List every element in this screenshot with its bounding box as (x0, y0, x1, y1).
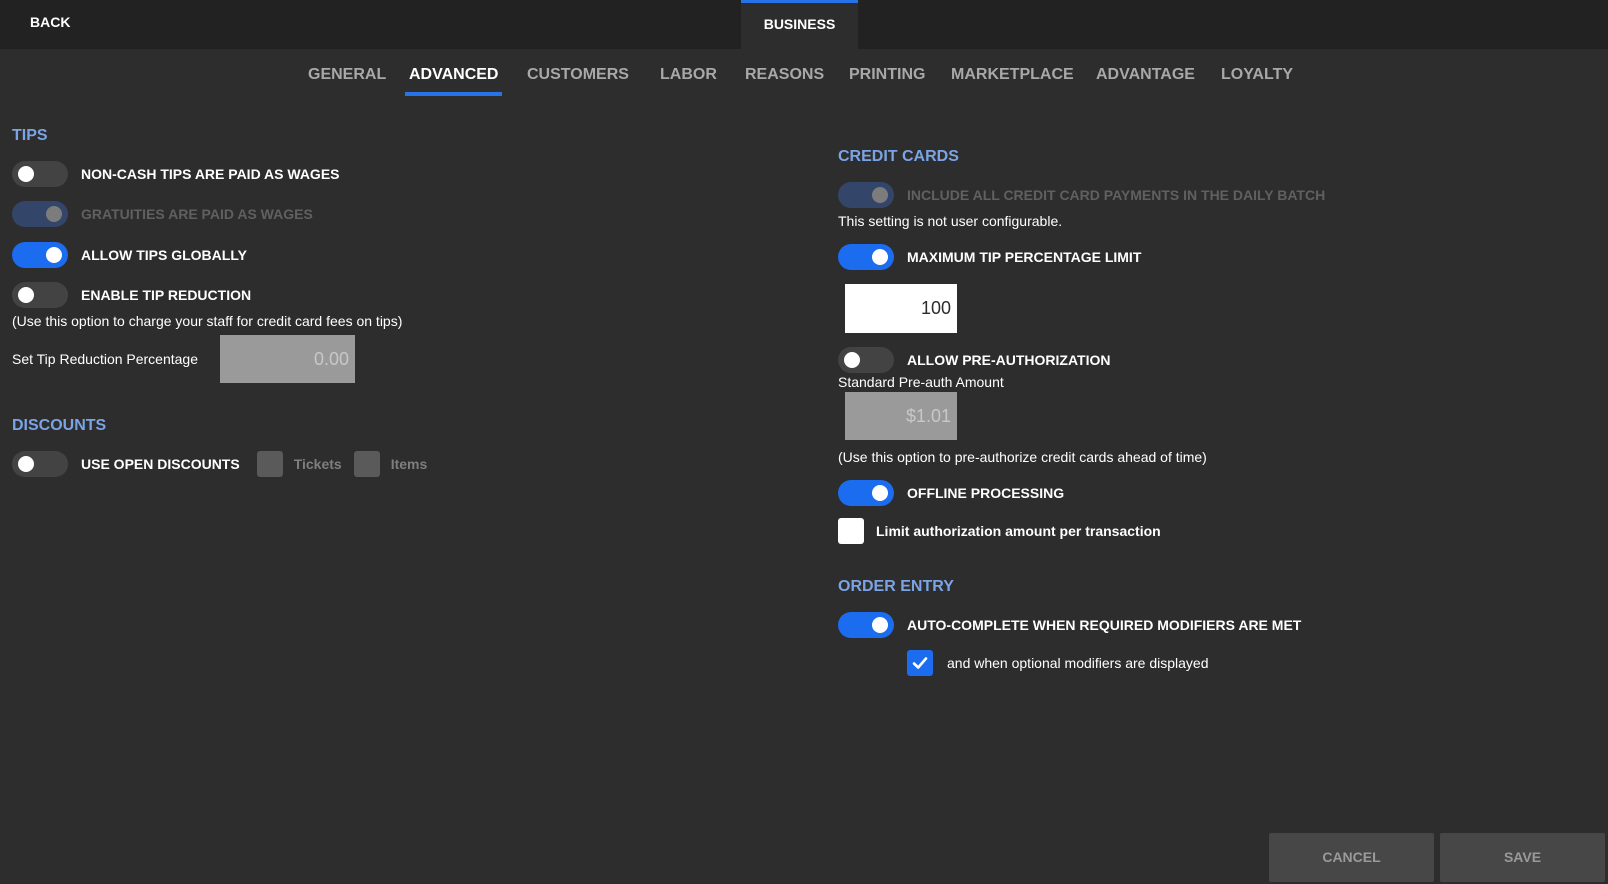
tip-reduction-pct-input (220, 335, 355, 383)
limit-auth-row: Limit authorization amount per transacti… (838, 516, 1161, 546)
tip-reduction-toggle[interactable] (12, 282, 68, 308)
allow-tips-row: ALLOW TIPS GLOBALLY (12, 240, 247, 270)
pre-auth-amount-label: Standard Pre-auth Amount (838, 374, 1004, 390)
pre-auth-label: ALLOW PRE-AUTHORIZATION (907, 352, 1111, 368)
auto-complete-label: AUTO-COMPLETE WHEN REQUIRED MODIFIERS AR… (907, 617, 1302, 633)
tip-reduction-pct-label: Set Tip Reduction Percentage (12, 351, 199, 367)
non-cash-tips-toggle[interactable] (12, 161, 68, 187)
back-button[interactable]: BACK (30, 14, 70, 30)
tab-customers[interactable]: CUSTOMERS (527, 64, 629, 96)
toggle-knob (872, 249, 888, 265)
pre-auth-note: (Use this option to pre-authorize credit… (838, 449, 1207, 465)
daily-batch-row: INCLUDE ALL CREDIT CARD PAYMENTS IN THE … (838, 180, 1325, 210)
top-bar: BACK BUSINESS (0, 0, 1608, 49)
max-tip-row: MAXIMUM TIP PERCENTAGE LIMIT (838, 242, 1141, 272)
tab-printing[interactable]: PRINTING (849, 64, 925, 96)
open-discounts-label: USE OPEN DISCOUNTS (81, 456, 240, 472)
save-button[interactable]: SAVE (1440, 833, 1605, 882)
non-cash-tips-row: NON-CASH TIPS ARE PAID AS WAGES (12, 159, 340, 189)
tab-marketplace[interactable]: MARKETPLACE (951, 64, 1074, 96)
toggle-knob (872, 485, 888, 501)
pre-auth-row: ALLOW PRE-AUTHORIZATION (838, 345, 1111, 375)
offline-processing-label: OFFLINE PROCESSING (907, 485, 1065, 501)
tickets-label: Tickets (293, 456, 342, 472)
toggle-knob (18, 166, 34, 182)
optional-modifiers-label: and when optional modifiers are displaye… (947, 655, 1209, 671)
tip-reduction-label: ENABLE TIP REDUCTION (81, 287, 252, 303)
items-checkbox (353, 451, 380, 477)
toggle-knob (872, 617, 888, 633)
credit-cards-section-title: CREDIT CARDS (838, 148, 959, 165)
max-tip-label: MAXIMUM TIP PERCENTAGE LIMIT (907, 249, 1142, 265)
toggle-knob (18, 287, 34, 303)
gratuities-row: GRATUITIES ARE PAID AS WAGES (12, 199, 313, 229)
check-icon (912, 657, 928, 669)
pre-auth-toggle[interactable] (838, 347, 894, 373)
tab-advanced[interactable]: ADVANCED (405, 64, 503, 96)
optional-modifiers-row: and when optional modifiers are displaye… (907, 648, 1209, 678)
daily-batch-label: INCLUDE ALL CREDIT CARD PAYMENTS IN THE … (907, 187, 1326, 203)
tab-advantage[interactable]: ADVANTAGE (1096, 64, 1195, 96)
discounts-section-title: DISCOUNTS (12, 417, 107, 434)
tab-general[interactable]: GENERAL (308, 64, 386, 96)
max-tip-input[interactable] (845, 284, 957, 333)
open-discounts-toggle[interactable] (12, 451, 68, 477)
tab-labor[interactable]: LABOR (660, 64, 717, 96)
offline-processing-toggle[interactable] (838, 480, 894, 506)
gratuities-label: GRATUITIES ARE PAID AS WAGES (81, 206, 313, 222)
limit-auth-label: Limit authorization amount per transacti… (876, 523, 1161, 539)
pre-auth-amount-input (845, 392, 957, 440)
tip-reduction-note: (Use this option to charge your staff fo… (12, 313, 403, 329)
toggle-knob (46, 206, 62, 222)
allow-tips-label: ALLOW TIPS GLOBALLY (81, 247, 247, 263)
gratuities-toggle (12, 201, 68, 227)
auto-complete-row: AUTO-COMPLETE WHEN REQUIRED MODIFIERS AR… (838, 610, 1301, 640)
tab-reasons[interactable]: REASONS (745, 64, 824, 96)
tickets-checkbox (256, 451, 283, 477)
allow-tips-toggle[interactable] (12, 242, 68, 268)
daily-batch-toggle (838, 182, 894, 208)
optional-modifiers-checkbox[interactable] (907, 650, 933, 676)
toggle-knob (844, 352, 860, 368)
open-discounts-row: USE OPEN DISCOUNTS Tickets Items (12, 449, 439, 479)
tab-loyalty[interactable]: LOYALTY (1221, 64, 1293, 96)
max-tip-toggle[interactable] (838, 244, 894, 270)
toggle-knob (18, 456, 34, 472)
limit-auth-checkbox[interactable] (838, 518, 864, 544)
auto-complete-toggle[interactable] (838, 612, 894, 638)
tip-reduction-row: ENABLE TIP REDUCTION (12, 280, 251, 310)
non-cash-tips-label: NON-CASH TIPS ARE PAID AS WAGES (81, 166, 340, 182)
business-header-tab[interactable]: BUSINESS (741, 0, 858, 49)
toggle-knob (872, 187, 888, 203)
offline-processing-row: OFFLINE PROCESSING (838, 478, 1064, 508)
not-configurable-note: This setting is not user configurable. (838, 213, 1063, 229)
tips-section-title: TIPS (12, 127, 48, 144)
toggle-knob (46, 247, 62, 263)
items-label: Items (390, 456, 428, 472)
order-entry-section-title: ORDER ENTRY (838, 578, 954, 595)
cancel-button[interactable]: CANCEL (1269, 833, 1434, 882)
